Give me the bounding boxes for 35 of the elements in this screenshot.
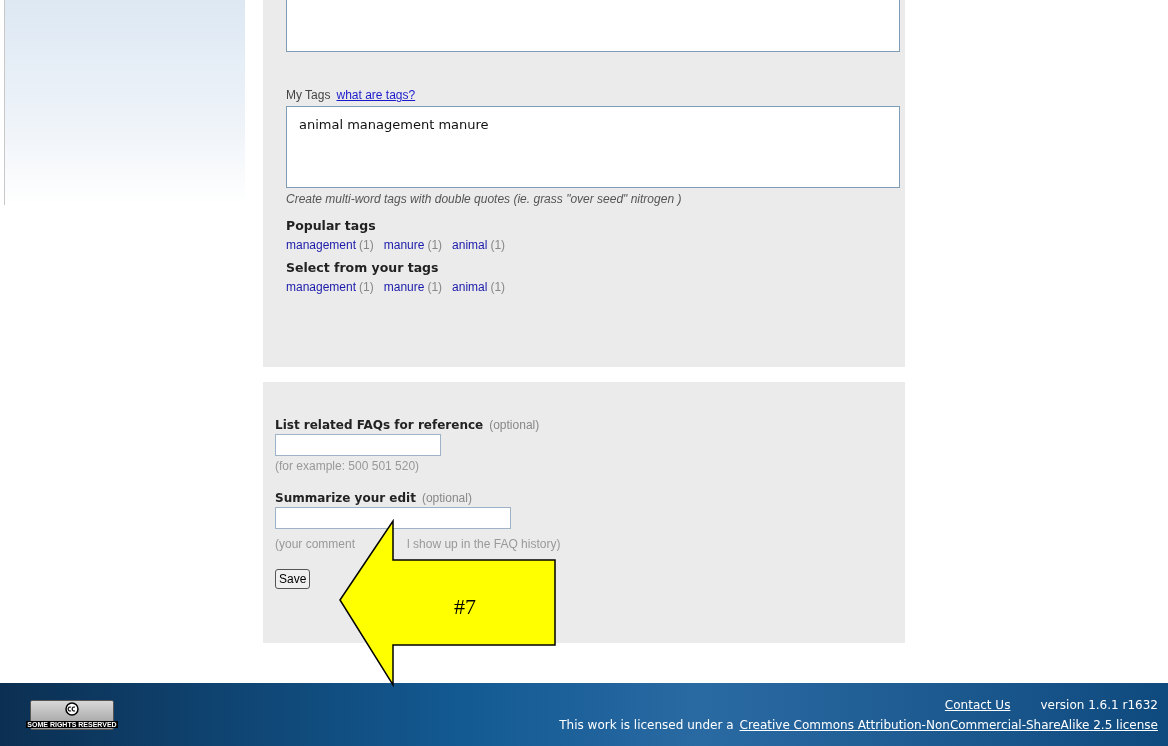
tag-count: (1) <box>490 238 506 252</box>
license-link[interactable]: Creative Commons Attribution-NonCommercial-ShareAlike 2.5 license <box>739 717 1158 732</box>
cc-icon <box>65 701 79 716</box>
tag-link[interactable]: manure <box>383 280 425 294</box>
text-area[interactable] <box>286 0 900 52</box>
section-heading: Select from your tags <box>286 260 440 275</box>
optional-note: (optional) <box>489 418 540 432</box>
faq-input[interactable] <box>275 434 441 456</box>
contact-link[interactable]: Contact Us <box>944 697 1011 712</box>
tag-count: (1) <box>427 280 443 294</box>
save-button[interactable]: Save <box>275 569 311 589</box>
hint-text: l show up in the FAQ history) <box>407 537 561 551</box>
section-heading: Popular tags <box>286 218 377 233</box>
tag-link[interactable]: management <box>286 238 357 252</box>
license-text: This work is licensed under a <box>559 717 734 732</box>
tag-count: (1) <box>427 238 443 252</box>
tag-count: (1) <box>359 280 374 294</box>
field-label: Summarize your edit <box>275 491 416 505</box>
tags-field[interactable]: animal management manure <box>286 106 900 188</box>
optional-note: (optional) <box>421 491 472 505</box>
tag-link[interactable]: animal <box>452 280 488 294</box>
tag-link[interactable]: management <box>286 280 357 294</box>
tag-link[interactable]: animal <box>452 238 488 252</box>
hint-text: (for example: 500 501 520) <box>275 459 420 473</box>
hint-text: Create multi-word tags with double quotes (ie. grass "over seed" nitrogen ) <box>286 192 683 206</box>
tag-count: (1) <box>490 280 506 294</box>
field-label: List related FAQs for reference <box>275 418 484 432</box>
field-label: My Tags <box>286 88 331 102</box>
summary-input[interactable] <box>275 507 511 529</box>
tag-link[interactable]: manure <box>383 238 425 252</box>
tag-count: (1) <box>359 238 374 252</box>
version-text: version 1.6.1 r1632 <box>1040 697 1158 712</box>
annotation-label: #7 <box>454 594 476 619</box>
hint-text: (your comment <box>275 537 356 551</box>
help-link[interactable]: what are tags? <box>336 88 416 102</box>
